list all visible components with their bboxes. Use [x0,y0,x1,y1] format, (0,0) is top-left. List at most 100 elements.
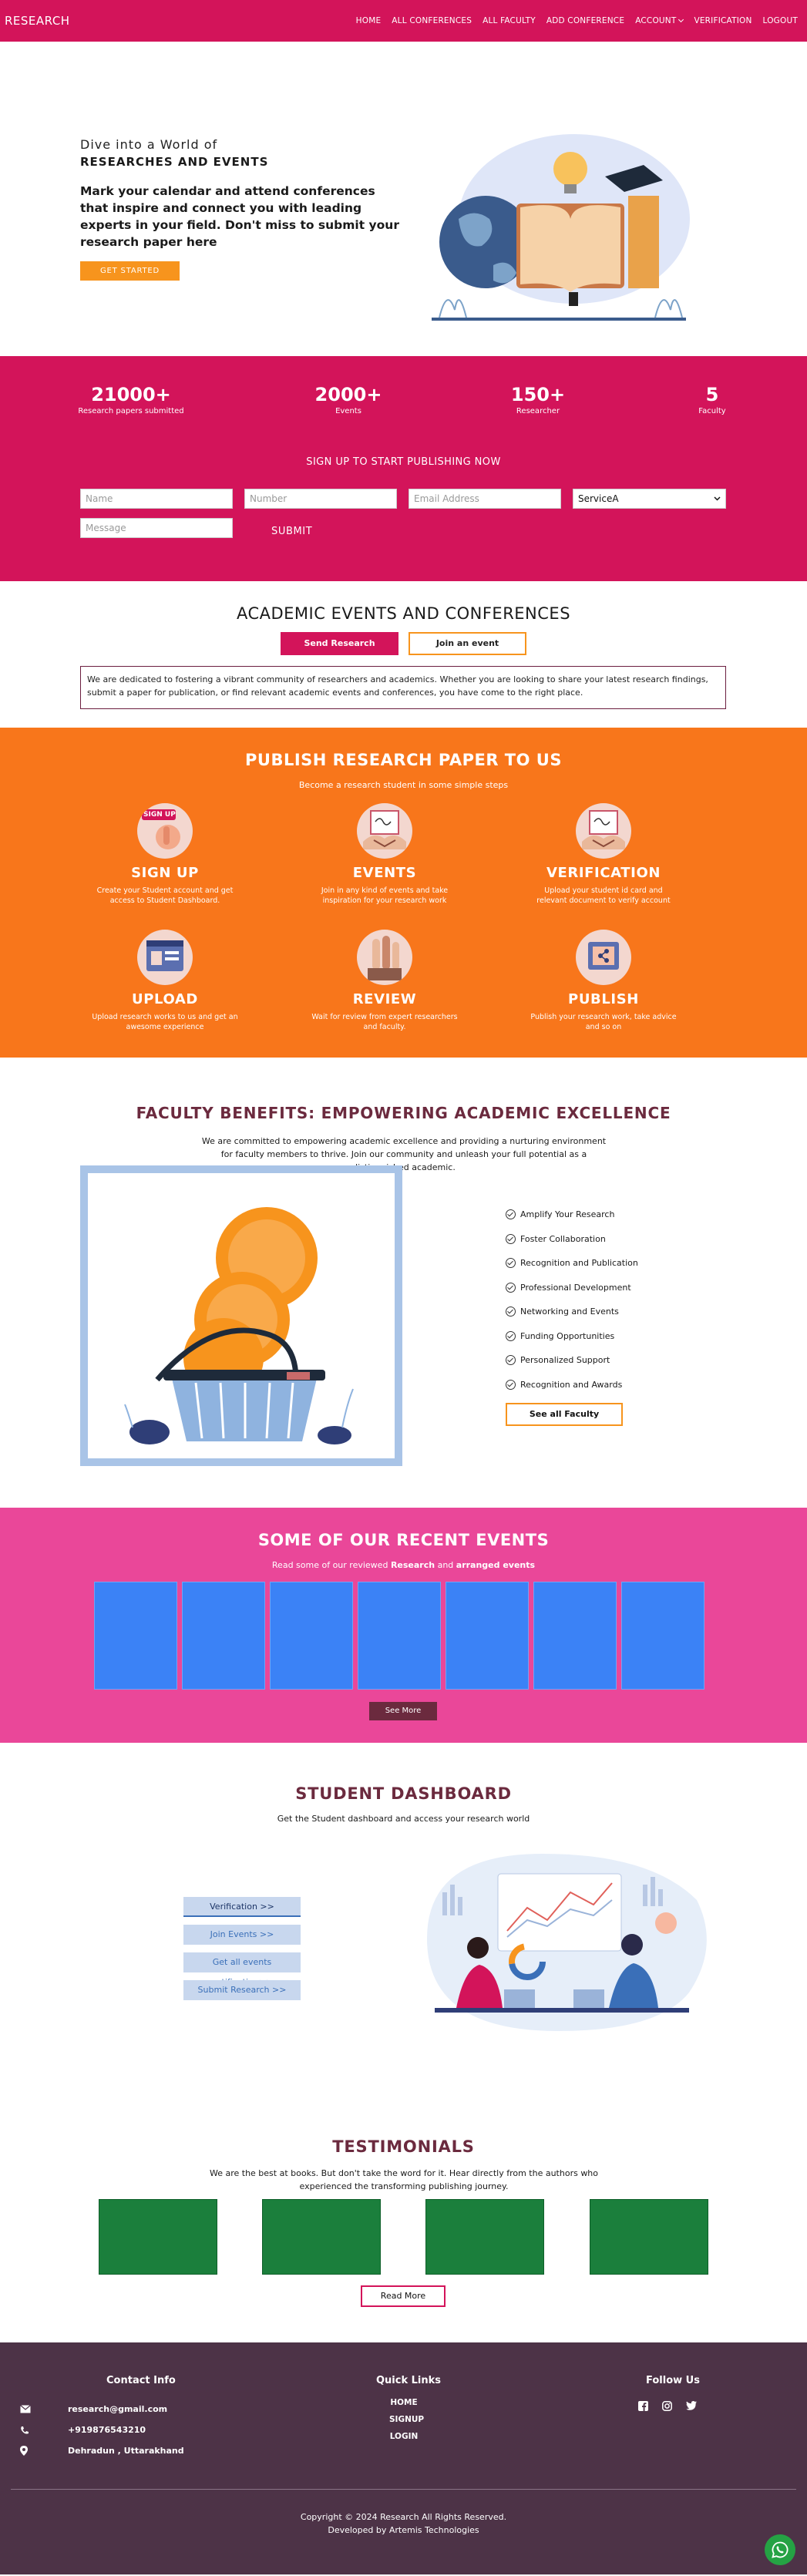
nav-logout[interactable]: LOGOUT [763,16,798,25]
nav-home[interactable]: HOME [356,16,382,25]
contact-info-title: Contact Info [106,2375,176,2386]
hero-text: Dive into a World of RESEARCHES AND EVEN… [80,137,404,281]
step-events: EVENTS Join in any kind of events and ta… [300,803,469,906]
step-desc: Publish your research work, take advice … [530,1013,677,1031]
facebook-icon[interactable] [638,2401,648,2411]
events-subtitle-arranged: arranged events [456,1560,536,1570]
event-card[interactable] [446,1582,529,1690]
event-card[interactable] [182,1582,265,1690]
stat-papers: 21000+ Research papers submitted [69,384,193,415]
nav-links: HOME ALL CONFERENCES ALL FACULTY ADD CON… [356,16,798,25]
stat-faculty-value: 5 [705,384,719,405]
events-subtitle: Read some of our reviewed Research and a… [0,1560,807,1570]
student-dashboard-section: STUDENT DASHBOARD Get the Student dashbo… [0,1743,807,2096]
event-card[interactable] [270,1582,353,1690]
stats-signup-section: 21000+ Research papers submitted 2000+ E… [0,356,807,581]
phone-icon [21,2426,29,2433]
see-all-faculty-button[interactable]: See all Faculty [506,1403,623,1426]
join-event-button[interactable]: Join an event [409,632,526,655]
event-card[interactable] [621,1582,704,1690]
testimonial-card [262,2199,381,2275]
footer-phone-text: +919876543210 [68,2425,146,2435]
chevron-down-icon [678,16,684,23]
name-input[interactable]: Name [80,489,233,509]
recent-events-section: SOME OF OUR RECENT EVENTS Read some of o… [0,1508,807,1743]
testimonials-section: TESTIMONIALS We are the best at books. B… [0,2096,807,2342]
footer-phone[interactable]: +919876543210 [21,2425,146,2435]
nav-all-conferences[interactable]: ALL CONFERENCES [392,16,472,25]
testimonials-description: We are the best at books. But don't take… [209,2168,599,2191]
academic-description: We are dedicated to fostering a vibrant … [80,666,726,709]
testimonial-card [425,2199,544,2275]
footer-link-login[interactable]: LOGIN [389,2432,419,2441]
social-links [638,2401,697,2411]
service-select[interactable]: ServiceA [573,489,726,509]
hero-description: Mark your calendar and attend conference… [80,184,399,249]
submit-research-link-button[interactable]: Submit Research >> [183,1980,301,2000]
developed-by-text: Developed by Artemis Technologies [328,2525,479,2535]
books-globe-illustration [432,134,690,321]
nav-account[interactable]: ACCOUNT [635,16,684,25]
handshake-document-icon [576,803,631,859]
event-card[interactable] [358,1582,441,1690]
nav-all-faculty[interactable]: ALL FACULTY [483,16,536,25]
message-textarea[interactable]: Message [80,518,233,538]
brand-logo[interactable]: RESEARCH [5,14,70,28]
events-notification-link-button[interactable]: Get all events notification>> [183,1952,301,1987]
publish-share-icon [576,930,631,985]
step-review: REVIEW Wait for review from expert resea… [300,930,469,1032]
nav-add-conference[interactable]: ADD CONFERENCE [546,16,624,25]
instagram-icon[interactable] [662,2401,672,2411]
dashboard-subtitle: Get the Student dashboard and access you… [277,1814,530,1824]
read-more-button[interactable]: Read More [361,2285,446,2307]
coin-basket-illustration [124,1207,354,1444]
benefit-text: Foster Collaboration [520,1233,606,1244]
join-events-link-button[interactable]: Join Events >> [183,1925,301,1945]
quick-links-title: Quick Links [376,2375,442,2386]
benefit-item: Personalized Support [506,1348,638,1373]
twitter-icon[interactable] [686,2401,697,2410]
publish-subtitle: Become a research student in some simple… [298,780,509,790]
step-publish: PUBLISH Publish your research work, take… [519,930,688,1032]
top-nav: RESEARCH HOME ALL CONFERENCES ALL FACULT… [0,0,807,42]
event-card[interactable] [533,1582,617,1690]
hero-line2: RESEARCHES AND EVENTS [80,155,269,169]
verification-link-button[interactable]: Verification >> [183,1897,301,1917]
number-input[interactable]: Number [244,489,397,509]
whatsapp-chat-button[interactable] [765,2534,795,2565]
stat-events: 2000+ Events [287,384,410,415]
events-title: SOME OF OUR RECENT EVENTS [257,1531,550,1549]
footer-email[interactable]: research@gmail.com [20,2404,168,2414]
step-desc: Upload your student id card and relevant… [536,886,671,905]
benefit-text: Professional Development [520,1282,631,1293]
check-circle-icon [506,1233,516,1244]
footer-email-text: research@gmail.com [68,2404,168,2414]
step-name: UPLOAD [132,991,198,1007]
publish-title: PUBLISH RESEARCH PAPER TO US [245,751,562,769]
stat-researchers: 150+ Researcher [476,384,600,415]
see-more-button[interactable]: See More [369,1702,437,1720]
submit-button[interactable]: SUBMIT [271,526,312,537]
check-circle-icon [506,1306,516,1317]
footer-address-text: Dehradun , Uttarakhand [68,2446,184,2456]
academic-section: ACADEMIC EVENTS AND CONFERENCES Send Res… [0,581,807,728]
benefits-list: Amplify Your Research Foster Collaborati… [506,1202,638,1397]
publish-section: PUBLISH RESEARCH PAPER TO US Become a re… [0,728,807,1058]
stat-faculty: 5 Faculty [681,384,743,415]
step-name: REVIEW [352,991,417,1007]
benefit-text: Amplify Your Research [520,1209,615,1220]
get-started-button[interactable]: GET STARTED [80,261,180,281]
benefit-item: Amplify Your Research [506,1202,638,1227]
stat-events-label: Events [335,407,361,415]
faculty-illustration-frame [80,1165,402,1466]
stat-researchers-value: 150+ [510,384,566,405]
footer-link-home[interactable]: HOME [389,2398,419,2407]
handshake-document-icon [357,803,412,859]
email-input[interactable]: Email Address [409,489,561,509]
signup-title: SIGN UP TO START PUBLISHING NOW [306,456,501,468]
footer-link-signup[interactable]: SIGNUP [389,2415,424,2424]
event-card[interactable] [94,1582,177,1690]
nav-verification[interactable]: VERIFICATION [694,16,752,25]
send-research-button[interactable]: Send Research [281,632,398,655]
step-name: VERIFICATION [546,865,661,881]
